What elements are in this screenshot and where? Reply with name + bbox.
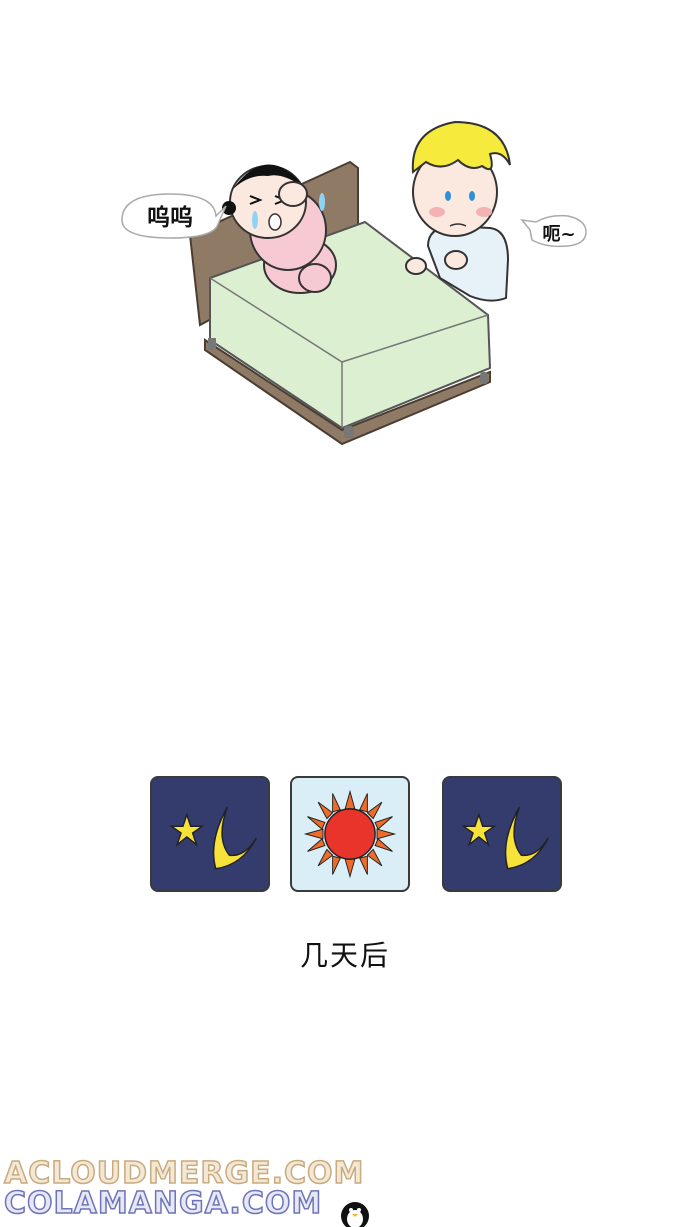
sun-icon [303,789,397,879]
day-panel [290,776,410,892]
bed-scene-illustration: 呜呜 呃~ [121,120,587,446]
right-speech-bubble-text: 呃~ [542,224,575,245]
left-speech-bubble-text: 呜呜 [147,204,193,231]
night-panel-2 [442,776,562,892]
moon-star-icon [169,806,257,870]
day-night-panels [150,776,570,896]
comic-page: 呜呜 呃~ 几天后 ACLOUDMERGE.COM COLAMANGA.COM [0,0,690,1227]
caption-text: 几天后 [299,939,390,972]
penguin-icon [341,1202,369,1227]
moon-star-icon [461,806,549,870]
watermark-line-2: COLAMANGA.COM [3,1185,323,1222]
night-panel-1 [150,776,270,892]
